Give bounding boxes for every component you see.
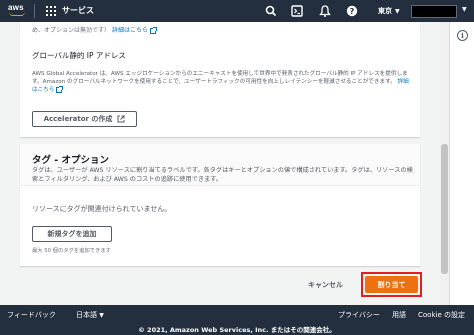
aws-logo-text: aws [8, 3, 24, 12]
tags-title: タグ - オプション [32, 155, 110, 166]
tags-panel: タグ - オプション タグは、ユーザーが AWS リソースに割り当てるラベルです… [20, 144, 420, 266]
search-icon[interactable] [264, 4, 278, 18]
page-scrollbar[interactable] [440, 22, 449, 305]
region-caret-icon: ▼ [395, 8, 400, 15]
create-accelerator-button[interactable]: Accelerator の作成 [32, 111, 137, 127]
scroll-thumb[interactable] [441, 144, 448, 274]
assign-button[interactable]: 割り当て [365, 276, 418, 293]
help-icon[interactable]: ? [345, 4, 359, 18]
truncated-note: め、オプションは無効です） 詳細はこちら [32, 25, 157, 34]
nav-divider [34, 4, 35, 18]
region-label: 東京 [378, 7, 392, 15]
account-caret-icon[interactable]: ▼ [462, 6, 467, 13]
external-link-icon [56, 85, 64, 93]
aws-smile-icon [9, 12, 25, 16]
cloudshell-icon[interactable] [290, 4, 304, 18]
console-footer: フィードバック 日本語 ▼ プライバシー 用語 Cookie の設定 © 202… [0, 305, 474, 335]
terms-link[interactable]: 用語 [392, 310, 406, 320]
tags-panel-header: タグ - オプション タグは、ユーザーが AWS リソースに割り当てるラベルです… [20, 144, 420, 186]
account-menu[interactable] [411, 5, 457, 18]
no-tags-message: リソースにタグが関連付けられていません。 [32, 205, 172, 213]
truncated-note-text: め、オプションは無効です） [32, 27, 111, 34]
tags-description: タグは、ユーザーが AWS リソースに割り当てるラベルです。各タグはキーとオプシ… [32, 167, 413, 183]
global-ip-heading: グローバル静的 IP アドレス [32, 51, 126, 60]
right-tools-rail: i [449, 22, 474, 305]
tag-limit-hint: 最大 50 個のタグを追加できます [32, 248, 111, 254]
external-link-icon [117, 115, 125, 123]
add-tag-button[interactable]: 新規タグを追加 [32, 226, 112, 242]
learn-more-link-top[interactable]: 詳細はこちら [112, 27, 148, 34]
language-selector[interactable]: 日本語 ▼ [76, 310, 104, 320]
external-link-icon [149, 26, 157, 34]
language-label: 日本語 [76, 311, 97, 319]
cancel-button[interactable]: キャンセル [308, 280, 343, 290]
global-ip-panel: め、オプションは無効です） 詳細はこちら グローバル静的 IP アドレス AWS… [20, 22, 420, 137]
copyright-text: © 2021, Amazon Web Services, Inc. またはその関… [138, 326, 336, 334]
aws-logo[interactable]: aws [8, 3, 28, 19]
info-icon[interactable]: i [457, 30, 468, 41]
top-nav: aws サービス ? 東京 ▼ ▼ [0, 0, 474, 22]
svg-text:?: ? [350, 7, 355, 16]
region-selector[interactable]: 東京 ▼ [378, 6, 400, 16]
privacy-link[interactable]: プライバシー [338, 310, 380, 320]
feedback-link[interactable]: フィードバック [7, 310, 56, 320]
global-ip-description: AWS Global Accelerator は、AWS エッジロケーションから… [32, 70, 412, 94]
services-grid-icon[interactable] [46, 6, 56, 16]
global-ip-description-text: AWS Global Accelerator は、AWS エッジロケーションから… [32, 71, 408, 85]
cookie-settings-link[interactable]: Cookie の設定 [418, 310, 465, 320]
language-caret-icon: ▼ [99, 312, 104, 319]
create-accelerator-label: Accelerator の作成 [43, 115, 113, 123]
services-menu[interactable]: サービス [62, 5, 94, 16]
notifications-bell-icon[interactable] [318, 4, 332, 18]
